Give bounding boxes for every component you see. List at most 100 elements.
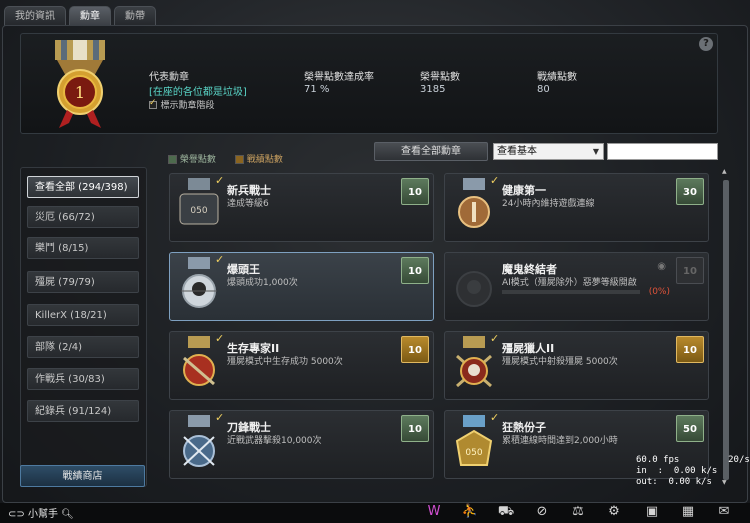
chevron-down-icon: ▼ [592,147,599,156]
combat-swatch-icon [235,155,244,164]
medal-card[interactable]: ✓ 爆頭王 爆頭成功1,000次 10 [169,252,434,321]
svg-text:050: 050 [190,206,207,216]
gear-icon[interactable]: ⚙ [604,503,624,521]
blade-medal-icon [176,415,222,475]
medal-card[interactable]: 050 ✓ 新兵戰士 達成等級6 10 [169,173,434,242]
recruit-medal-icon: 050 [176,178,222,238]
medal-points: 30 [676,178,704,205]
honor-rate-value: 71 % [304,84,330,95]
completed-check-icon: ✓ [490,411,500,424]
medal-desc: 殭屍模式中射殺殭屍 5000次 [502,357,618,367]
tab-medals[interactable]: 勳章 [69,6,111,26]
combat-shop-button[interactable]: 戰績商店 [20,465,145,487]
search-input[interactable] [607,143,718,160]
network-stats: 60.0 fps 20/s in : 0.00 k/s out: 0.00 k/… [636,455,750,488]
category-disaster[interactable]: 災厄 (66/72) [27,206,139,228]
combat-points-label: 戰績點數 [537,72,577,83]
help-icon[interactable]: ? [699,37,713,51]
scrollbar-thumb[interactable] [723,180,729,480]
medal-desc: 殭屍模式中生存成功 5000次 [227,357,343,367]
category-record[interactable]: 紀錄兵 (91/124) [27,400,139,422]
calendar-icon[interactable]: ▦ [678,503,698,521]
category-combat[interactable]: 作戰兵 (30/83) [27,368,139,390]
scale-icon[interactable]: ⚖ [568,503,588,521]
net-out-readout: out: 0.00 k/s [636,477,712,487]
medal-desc: 累積連線時間達到2,000小時 [502,436,618,446]
mail-icon[interactable]: ✉ [714,503,734,521]
show-stage-checkbox[interactable] [149,98,157,109]
honor-points-label: 榮譽點數 [420,72,460,83]
health-medal-icon [451,178,497,238]
tab-bar: 我的資訊 勳章 勳帶 [4,6,156,26]
medal-desc: AI模式（殭屍除外）惡夢等級開啟 [502,278,637,288]
svg-text:050: 050 [465,448,482,458]
eye-icon[interactable]: ◉ [657,261,666,272]
completed-check-icon: ✓ [215,411,225,424]
medal-card[interactable]: ✓ 健康第一 24小時內維持遊戲連線 30 [444,173,709,242]
medal-desc: 24小時內維持遊戲連線 [502,199,595,209]
scroll-up-icon[interactable]: ▲ [722,168,727,175]
show-stage-label: 標示勳章階段 [160,101,215,111]
category-sidebar: 查看全部 (294/398) 災厄 (66/72) 樂鬥 (8/15) 殭屍 (… [20,167,147,487]
featured-medal-icon: 1 [45,38,115,130]
fps-readout: 60.0 fps [636,455,680,465]
medal-desc: 近戰武器擊殺10,000次 [227,436,322,446]
medal-card[interactable]: ✓ 生存專家II 殭屍模式中生存成功 5000次 10 [169,331,434,400]
medal-desc: 達成等級6 [227,199,269,209]
medal-desc: 爆頭成功1,000次 [227,278,298,288]
legend-combat: 戰績點數 [235,152,283,165]
legend-honor: 榮譽點數 [168,152,216,165]
tab-ribbons[interactable]: 勳帶 [114,6,156,26]
legend-combat-label: 戰績點數 [246,155,283,165]
card-scrollbar[interactable]: ▲ ▼ [722,168,730,486]
medal-points: 50 [676,415,704,442]
honor-points-value: 3185 [420,84,446,95]
progress-percent: (0%) [648,287,670,297]
category-fight[interactable]: 樂鬥 (8/15) [27,237,139,259]
category-squad[interactable]: 部隊 (2/4) [27,336,139,358]
survivor-medal-icon [176,336,222,396]
progress-bar [502,290,640,294]
cart-icon[interactable]: ⛟ [496,503,516,521]
filter-select-value: 查看基本 [497,146,537,157]
toggle-icon: ⊂⊃ [8,509,25,520]
fanatic-medal-icon: 050 [451,415,497,475]
medal-points: 10 [401,415,429,442]
headshot-medal-icon [176,257,222,317]
medal-points: 10 [401,178,429,205]
medal-card[interactable]: ✓ 殭屍獵人II 殭屍模式中射殺殭屍 5000次 10 [444,331,709,400]
helper-button[interactable]: ⊂⊃ 小幫手 🔍︎ [8,505,74,520]
compass-icon[interactable]: ⊘ [532,503,552,521]
search-icon: 🔍︎ [61,509,74,520]
tab-my-info[interactable]: 我的資訊 [4,6,66,26]
filter-select[interactable]: 查看基本 ▼ [493,143,604,160]
medal-card[interactable]: ✓ 刀鋒戰士 近戰武器擊殺10,000次 10 [169,410,434,479]
completed-check-icon: ✓ [215,174,225,187]
featured-medal-name: [在座的各位都是垃圾] [149,87,247,98]
medal-points: 10 [676,336,704,363]
completed-check-icon: ✓ [215,253,225,266]
completed-check-icon: ✓ [215,332,225,345]
combat-points-value: 80 [537,84,550,95]
terminator-medal-icon [451,257,497,317]
category-killerx[interactable]: KillerX (18/21) [27,304,139,326]
helper-label: 小幫手 [27,509,58,520]
profile-header [20,33,718,134]
medal-points: 10 [401,257,429,284]
medal-points: 10 [401,336,429,363]
show-stage-toggle[interactable]: 標示勳章階段 [149,98,215,111]
shop-icon[interactable]: W [424,503,444,521]
category-all[interactable]: 查看全部 (294/398) [27,176,139,198]
frame-rate-readout: 20/s [728,455,750,465]
medal-number: 1 [75,83,85,102]
runner-icon[interactable]: ⛹ [460,503,480,521]
medal-points: 10 [676,257,704,284]
medal-card[interactable]: 魔鬼終結者 AI模式（殭屍除外）惡夢等級開啟 ◉ 10 (0%) [444,252,709,321]
legend-honor-label: 榮譽點數 [179,155,216,165]
bottom-toolbar [0,503,750,523]
bookmark-icon[interactable]: ▣ [642,503,662,521]
view-all-medals-button[interactable]: 查看全部勳章 [374,142,488,161]
category-zombie[interactable]: 殭屍 (79/79) [27,271,139,293]
zombie-hunter-medal-icon [451,336,497,396]
completed-check-icon: ✓ [490,174,500,187]
